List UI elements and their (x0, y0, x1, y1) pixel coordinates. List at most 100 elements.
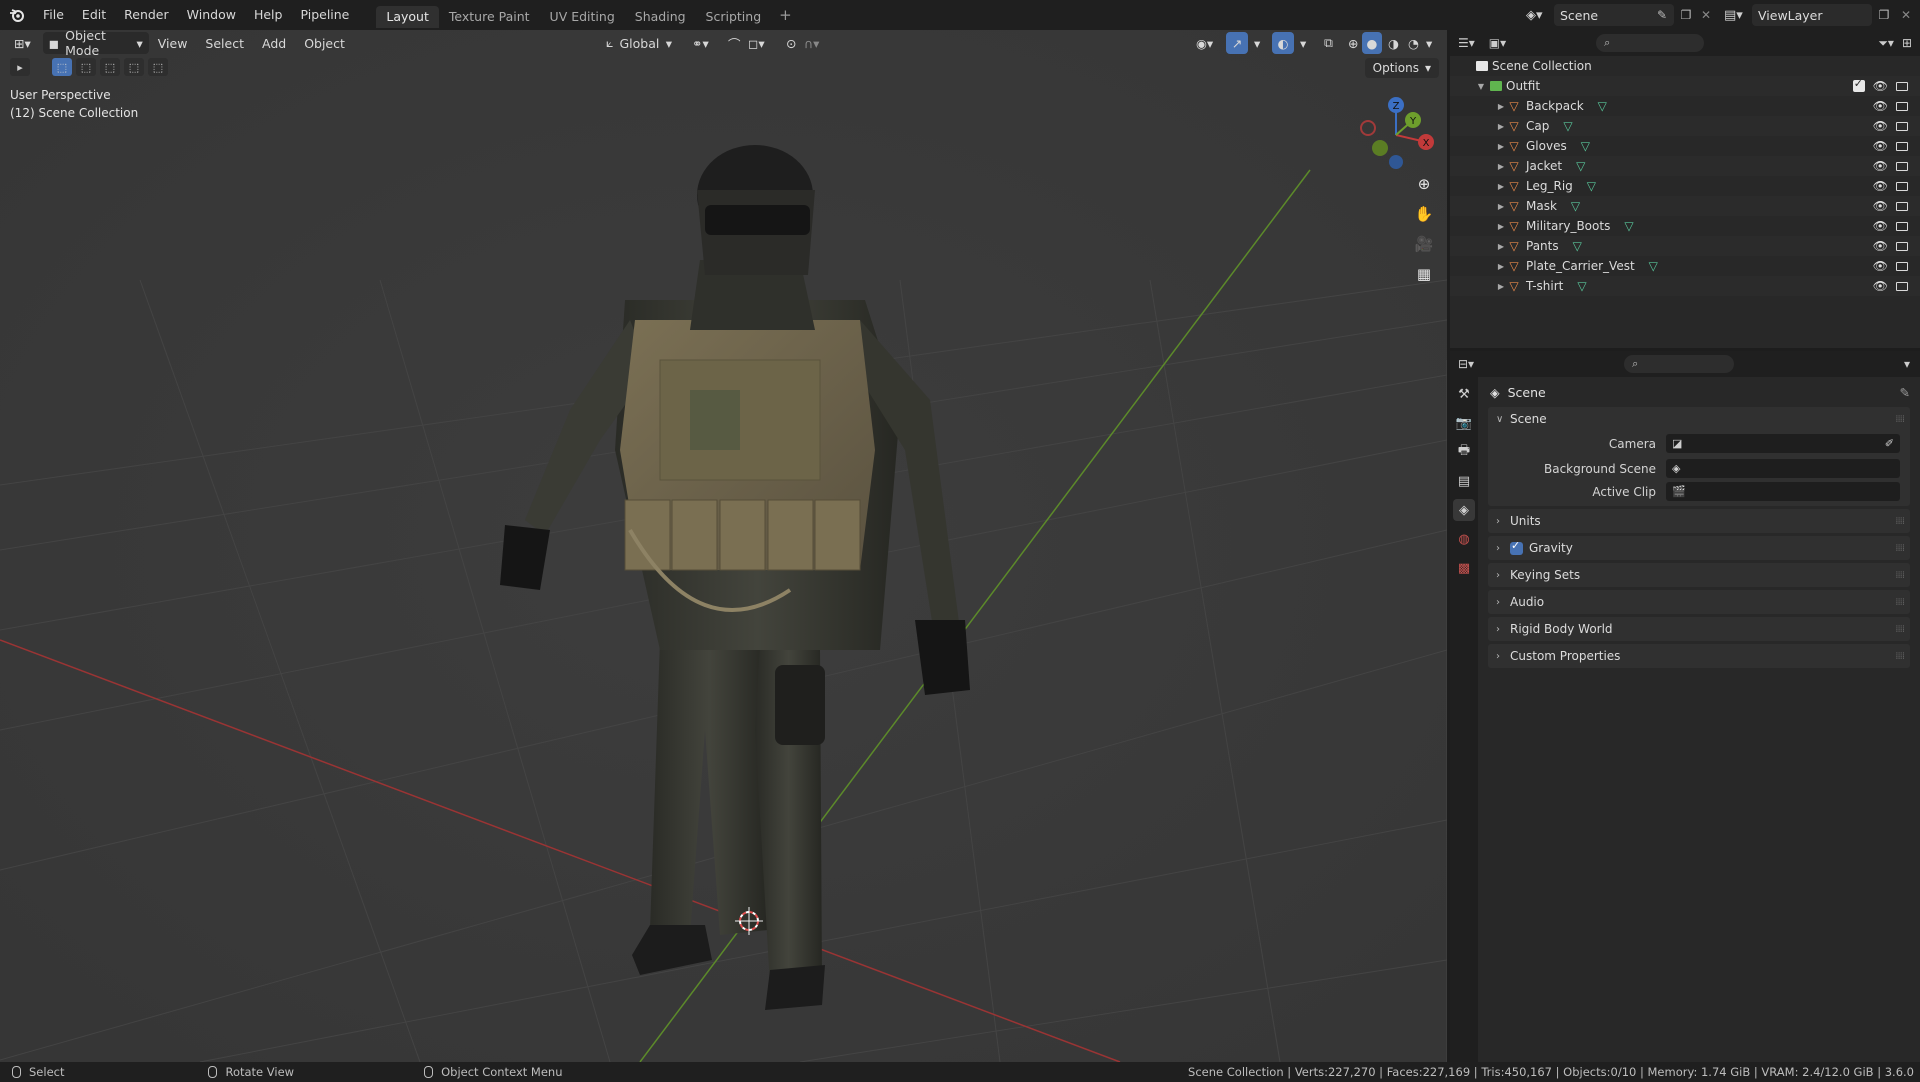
monitor-icon[interactable] (1896, 101, 1908, 111)
select-invert-icon[interactable]: ⬚ (124, 58, 144, 76)
eyedropper-icon[interactable]: ✐ (1885, 437, 1894, 450)
outliner-row-object[interactable]: ▶ ▽ Jacket ▽ 👁 (1450, 156, 1920, 176)
outliner-row-outfit[interactable]: ▼ Outfit 👁 (1450, 76, 1920, 96)
keying-sets-panel[interactable]: › Keying Sets ⁞⁞⁞⁞ (1488, 563, 1910, 587)
render-tab-icon[interactable]: 📷 (1453, 412, 1475, 434)
new-scene-icon[interactable]: ❐ (1676, 5, 1696, 25)
mode-dropdown[interactable]: ◼ Object Mode ▾ (42, 30, 149, 58)
mesh-data-icon[interactable]: ▽ (1563, 119, 1572, 133)
outliner-row-object[interactable]: ▶ ▽ Pants ▽ 👁 (1450, 236, 1920, 256)
expand-triangle-icon[interactable]: ▶ (1496, 282, 1506, 291)
pin-icon[interactable]: ✎ (1652, 5, 1672, 25)
outliner-row-object[interactable]: ▶ ▽ Leg_Rig ▽ 👁 (1450, 176, 1920, 196)
overlays-dropdown-icon[interactable]: ▾ (1294, 32, 1312, 54)
filter-icon[interactable]: ⏷▾ (1878, 36, 1894, 51)
texture-tab-icon[interactable]: ▩ (1453, 557, 1475, 579)
output-tab-icon[interactable]: 🖶 (1453, 441, 1475, 463)
tool-tab-icon[interactable]: ⚒ (1453, 383, 1475, 405)
monitor-icon[interactable] (1896, 121, 1908, 131)
solid-shading-icon[interactable]: ● (1362, 32, 1382, 54)
rigid-body-world-panel-header[interactable]: › Rigid Body World ⁞⁞⁞⁞ (1488, 617, 1910, 641)
units-panel-header[interactable]: › Units ⁞⁞⁞⁞ (1488, 509, 1910, 533)
monitor-icon[interactable] (1896, 81, 1908, 91)
expand-triangle-icon[interactable]: ▶ (1496, 102, 1506, 111)
outliner-row-object[interactable]: ▶ ▽ Plate_Carrier_Vest ▽ 👁 (1450, 256, 1920, 276)
outliner-search-input[interactable]: ⌕ (1596, 34, 1705, 52)
tab-texture-paint[interactable]: Texture Paint (439, 6, 540, 28)
display-mode-icon[interactable]: ▣▾ (1489, 36, 1506, 50)
chevron-down-icon[interactable]: ▾ (1904, 357, 1910, 371)
xray-toggle-icon[interactable]: ⧉ (1318, 32, 1339, 54)
new-collection-icon[interactable]: ⊞ (1902, 36, 1912, 50)
world-tab-icon[interactable]: ◍ (1453, 528, 1475, 550)
audio-panel[interactable]: › Audio ⁞⁞⁞⁞ (1488, 590, 1910, 614)
monitor-icon[interactable] (1896, 221, 1908, 231)
menu-file[interactable]: File (34, 0, 73, 30)
outliner-row-object[interactable]: ▶ ▽ Military_Boots ▽ 👁 (1450, 216, 1920, 236)
gizmo-neg-x[interactable] (1360, 120, 1376, 136)
camera-view-icon[interactable]: 🎥 (1411, 231, 1437, 257)
mesh-data-icon[interactable]: ▽ (1587, 179, 1596, 193)
viewlayer-name-field[interactable]: ViewLayer (1752, 4, 1872, 26)
tab-scripting[interactable]: Scripting (696, 6, 772, 28)
eye-icon[interactable]: 👁 (1873, 139, 1888, 153)
monitor-icon[interactable] (1896, 161, 1908, 171)
mesh-data-icon[interactable]: ▽ (1598, 99, 1607, 113)
outliner-editor-type-icon[interactable]: ☰▾ (1458, 36, 1475, 50)
eye-icon[interactable]: 👁 (1873, 119, 1888, 133)
viewport-menu-view[interactable]: View (149, 36, 197, 51)
drag-grip-icon[interactable]: ⁞⁞⁞⁞ (1895, 624, 1905, 635)
scene-tab-icon[interactable]: ◈ (1453, 499, 1475, 521)
drag-grip-icon[interactable]: ⁞⁞⁞⁞ (1895, 597, 1905, 608)
expand-triangle-icon[interactable]: ▶ (1496, 122, 1506, 131)
pan-hand-icon[interactable]: ✋ (1411, 201, 1437, 227)
camera-field[interactable]: ◪ ✐ (1666, 434, 1900, 453)
expand-triangle-icon[interactable]: ▶ (1496, 162, 1506, 171)
3d-viewport[interactable]: ⊞▾ ◼ Object Mode ▾ View Select Add Objec… (0, 30, 1447, 1062)
outliner-row-object[interactable]: ▶ ▽ Mask ▽ 👁 (1450, 196, 1920, 216)
options-dropdown[interactable]: Options ▾ (1364, 58, 1439, 78)
monitor-icon[interactable] (1896, 201, 1908, 211)
menu-edit[interactable]: Edit (73, 0, 115, 30)
new-viewlayer-icon[interactable]: ❐ (1874, 5, 1894, 25)
eye-icon[interactable]: 👁 (1873, 239, 1888, 253)
eye-icon[interactable]: 👁 (1873, 219, 1888, 233)
falloff-icon[interactable]: ∩▾ (798, 32, 825, 54)
exclude-checkbox[interactable] (1852, 77, 1865, 92)
viewlayer-selector-icon[interactable]: ▤▾ (1724, 4, 1743, 26)
gizmo-neg-y[interactable] (1372, 140, 1388, 156)
drag-grip-icon[interactable]: ⁞⁞⁞⁞ (1895, 414, 1905, 425)
expand-triangle-icon[interactable]: ▶ (1496, 242, 1506, 251)
drag-grip-icon[interactable]: ⁞⁞⁞⁞ (1895, 651, 1905, 662)
pin-icon[interactable]: ✎ (1900, 385, 1910, 400)
expand-triangle-icon[interactable]: ▶ (1496, 182, 1506, 191)
outliner-row-object[interactable]: ▶ ▽ Cap ▽ 👁 (1450, 116, 1920, 136)
gizmo-dropdown-icon[interactable]: ▾ (1248, 32, 1266, 54)
view-layer-tab-icon[interactable]: ▤ (1453, 470, 1475, 492)
scene-panel-header[interactable]: ∨ Scene ⁞⁞⁞⁞ (1488, 407, 1910, 431)
pivot-point-icon[interactable]: ⚭▾ (686, 32, 715, 54)
gravity-checkbox[interactable] (1510, 539, 1523, 555)
drag-grip-icon[interactable]: ⁞⁞⁞⁞ (1895, 516, 1905, 527)
eye-icon[interactable]: 👁 (1873, 179, 1888, 193)
gizmo-neg-z[interactable] (1389, 155, 1403, 169)
mesh-data-icon[interactable]: ▽ (1624, 219, 1633, 233)
viewport-menu-add[interactable]: Add (253, 36, 295, 51)
keying-sets-panel-header[interactable]: › Keying Sets ⁞⁞⁞⁞ (1488, 563, 1910, 587)
gravity-panel-header[interactable]: › Gravity ⁞⁞⁞⁞ (1488, 536, 1910, 560)
delete-viewlayer-icon[interactable]: ✕ (1896, 5, 1916, 25)
monitor-icon[interactable] (1896, 261, 1908, 271)
transform-orientation-dropdown[interactable]: ⟀ Global ▾ (600, 32, 678, 54)
monitor-icon[interactable] (1896, 241, 1908, 251)
snap-target-icon[interactable]: ◻▾ (742, 32, 771, 54)
mesh-data-icon[interactable]: ▽ (1571, 199, 1580, 213)
expand-triangle-icon[interactable]: ▶ (1496, 202, 1506, 211)
active-clip-field[interactable]: 🎬 (1666, 482, 1900, 501)
rigid-body-world-panel[interactable]: › Rigid Body World ⁞⁞⁞⁞ (1488, 617, 1910, 641)
add-workspace-icon[interactable]: + (771, 6, 800, 24)
properties-editor-type-icon[interactable]: ⊟▾ (1458, 357, 1474, 371)
editor-type-icon[interactable]: ⊞▾ (8, 32, 37, 54)
menu-render[interactable]: Render (115, 0, 178, 30)
gravity-panel[interactable]: › Gravity ⁞⁞⁞⁞ (1488, 536, 1910, 560)
tab-layout[interactable]: Layout (376, 6, 439, 28)
